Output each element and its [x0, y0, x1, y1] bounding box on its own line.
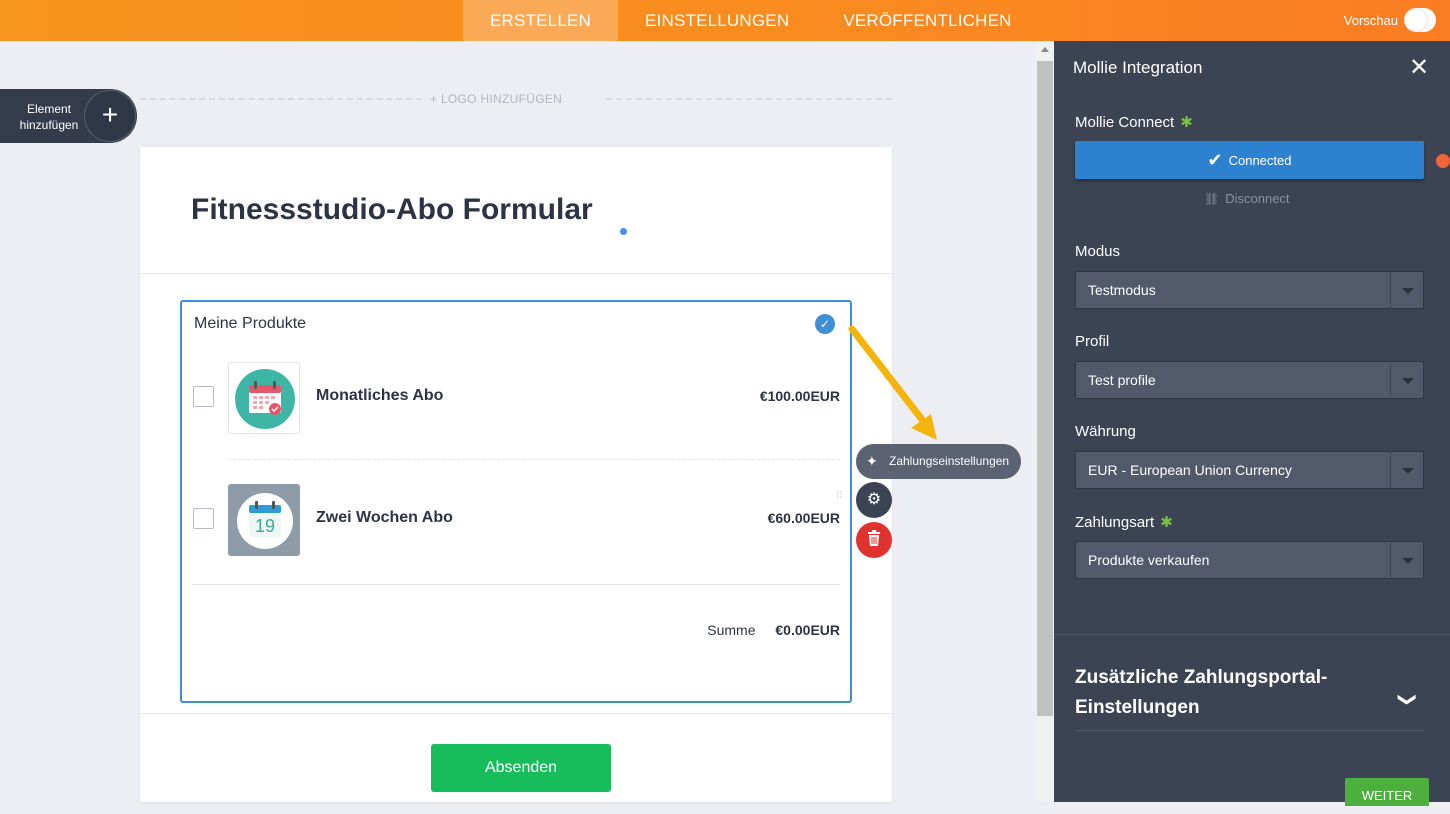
- chevron-down-icon: [1402, 288, 1414, 294]
- calendar-day: 19: [255, 516, 275, 536]
- add-element-button[interactable]: Element hinzufügen +: [0, 89, 137, 143]
- tab-veroeffentlichen[interactable]: VERÖFFENTLICHEN: [816, 0, 1038, 41]
- sum-value: €0.00EUR: [775, 622, 840, 638]
- toggle-knob: [1405, 9, 1427, 31]
- calendar-check-icon: [235, 369, 295, 429]
- profile-value: Test profile: [1088, 372, 1156, 388]
- product-image: [228, 362, 300, 434]
- gear-icon: ⚙: [866, 491, 882, 508]
- check-circle-icon: ✓: [815, 314, 835, 334]
- add-element-label: Element hinzufügen: [19, 102, 79, 132]
- calendar-19-icon: 19: [237, 493, 293, 549]
- profile-select[interactable]: Test profile: [1075, 361, 1424, 399]
- product-name: Monatliches Abo: [316, 387, 444, 404]
- scrollbar-thumb[interactable]: [1037, 61, 1053, 716]
- disconnect-label: Disconnect: [1225, 191, 1290, 206]
- payment-type-value: Produkte verkaufen: [1088, 552, 1210, 568]
- title-edit-dot: [620, 228, 627, 235]
- mollie-connect-label: Mollie Connect ✱: [1075, 113, 1193, 131]
- connected-button[interactable]: ✔ Connected: [1075, 141, 1424, 179]
- required-star-icon: ✱: [1160, 514, 1173, 531]
- submit-button[interactable]: Absenden: [431, 744, 611, 792]
- mode-select[interactable]: Testmodus: [1075, 271, 1424, 309]
- panel-divider: [1054, 634, 1450, 635]
- payment-type-label: Zahlungsart ✱: [1075, 513, 1173, 531]
- sum-divider: [192, 584, 840, 585]
- chevron-down-icon: [1402, 468, 1414, 474]
- panel-title: Mollie Integration: [1073, 58, 1203, 77]
- price-value: €60.00: [767, 510, 811, 526]
- disconnect-link[interactable]: ⛓ Disconnect: [1204, 191, 1290, 206]
- sum-label: Summe: [707, 622, 756, 638]
- close-icon[interactable]: ✕: [1409, 53, 1429, 82]
- header-divider: [140, 273, 892, 274]
- currency-select[interactable]: EUR - European Union Currency: [1075, 451, 1424, 489]
- profile-dropdown-toggle[interactable]: [1390, 362, 1423, 398]
- currency-label: Währung: [1075, 423, 1136, 440]
- product-image: 19: [228, 484, 300, 556]
- logo-divider-right: [606, 98, 892, 100]
- payment-settings-label: Zahlungseinstellungen: [889, 454, 1010, 468]
- form-card: Fitnessstudio-Abo Formular Meine Produkt…: [140, 147, 892, 802]
- product-price: €60.00EUR: [768, 510, 840, 526]
- payment-type-text: Zahlungsart: [1075, 514, 1155, 531]
- mode-dropdown-toggle[interactable]: [1390, 272, 1423, 308]
- chevron-down-icon: [1402, 558, 1414, 564]
- add-logo-link[interactable]: + LOGO HINZUFÜGEN: [430, 92, 562, 106]
- tab-einstellungen[interactable]: EINSTELLUNGEN: [618, 0, 816, 41]
- product-price: €100.00EUR: [760, 388, 840, 404]
- additional-settings-toggle[interactable]: Zusätzliche Zahlungsportal-Einstellungen: [1075, 663, 1375, 723]
- top-bar: ERSTELLEN EINSTELLUNGEN VERÖFFENTLICHEN …: [0, 0, 1450, 41]
- status-dot: [1436, 154, 1450, 168]
- tab-erstellen[interactable]: ERSTELLEN: [463, 0, 619, 41]
- logo-divider-left: [140, 98, 422, 100]
- unlink-icon: ⛓: [1204, 192, 1220, 206]
- products-field[interactable]: Meine Produkte ✓ Monatliches Abo €100.00…: [180, 300, 852, 703]
- product-divider: [228, 459, 840, 460]
- sum-amount: €0.00: [775, 622, 811, 638]
- products-label: Meine Produkte: [194, 315, 307, 332]
- field-settings-button[interactable]: ⚙: [856, 482, 892, 518]
- payment-type-select[interactable]: Produkte verkaufen: [1075, 541, 1424, 579]
- payment-type-dropdown-toggle[interactable]: [1390, 542, 1423, 578]
- sum-row: Summe €0.00EUR: [707, 622, 840, 638]
- currency-dropdown-toggle[interactable]: [1390, 452, 1423, 488]
- form-title[interactable]: Fitnessstudio-Abo Formular: [191, 193, 593, 227]
- price-currency: EUR: [810, 388, 840, 404]
- section-divider: [1075, 730, 1424, 731]
- plus-icon[interactable]: +: [84, 90, 136, 142]
- chevron-down-icon[interactable]: ❯: [1397, 692, 1418, 707]
- canvas-scrollbar[interactable]: [1036, 41, 1054, 802]
- preview-control: Vorschau: [1344, 8, 1436, 32]
- product-checkbox[interactable]: [193, 508, 214, 529]
- currency-value: EUR - European Union Currency: [1088, 462, 1292, 478]
- trash-icon: [868, 530, 880, 546]
- main-tabs: ERSTELLEN EINSTELLUNGEN VERÖFFENTLICHEN: [463, 0, 1039, 41]
- mode-label: Modus: [1075, 243, 1121, 260]
- product-row: 19 Zwei Wochen Abo €60.00EUR: [182, 482, 850, 562]
- preview-label: Vorschau: [1343, 12, 1398, 28]
- delete-field-button[interactable]: [856, 522, 892, 558]
- scroll-up-icon[interactable]: [1041, 47, 1049, 52]
- footer-divider: [140, 713, 892, 714]
- product-row: Monatliches Abo €100.00EUR: [182, 360, 850, 440]
- product-name: Zwei Wochen Abo: [316, 509, 453, 526]
- product-checkbox[interactable]: [193, 386, 214, 407]
- profile-label: Profil: [1075, 333, 1110, 350]
- preview-toggle[interactable]: [1404, 8, 1436, 32]
- payment-settings-button[interactable]: ✦ Zahlungseinstellungen: [856, 444, 1021, 479]
- mode-value: Testmodus: [1088, 282, 1156, 298]
- checkmark-icon: ✔: [1207, 150, 1223, 170]
- drag-handle-icon[interactable]: ⁝⁝: [836, 491, 844, 513]
- price-value: €100.00: [759, 388, 811, 404]
- sum-currency: EUR: [810, 622, 840, 638]
- required-star-icon: ✱: [1180, 114, 1193, 131]
- annotation-arrow: [848, 325, 937, 440]
- mollie-connect-text: Mollie Connect: [1075, 114, 1175, 131]
- chevron-down-icon: [1402, 378, 1414, 384]
- connected-label: Connected: [1228, 153, 1292, 168]
- magic-wand-icon: ✦: [866, 453, 878, 469]
- mollie-settings-panel: Mollie Integration ✕ Mollie Connect ✱ ✔ Co…: [1054, 41, 1450, 806]
